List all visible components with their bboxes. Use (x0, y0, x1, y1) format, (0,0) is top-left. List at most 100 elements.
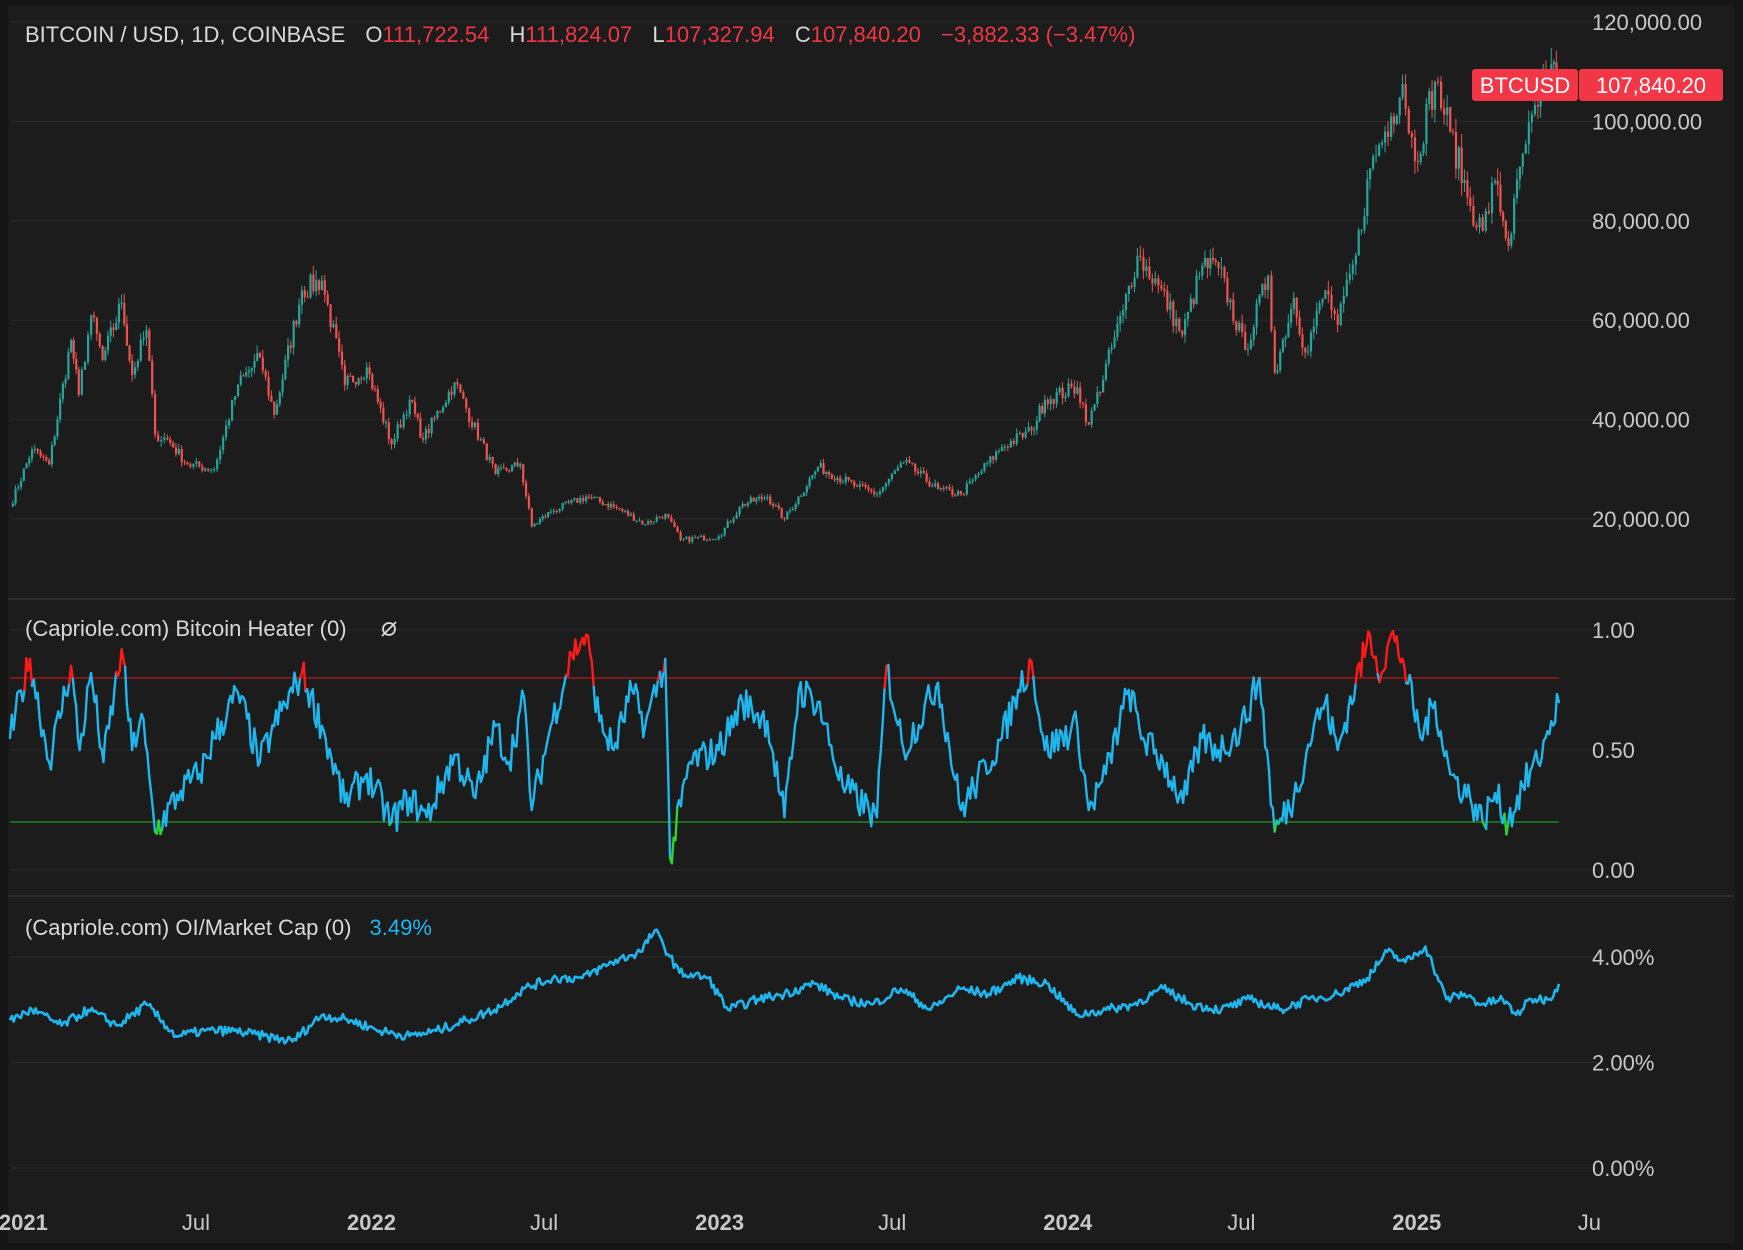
price-candle (1281, 337, 1285, 354)
price-candle (780, 507, 783, 519)
time-axis-tick-label: 2021 (0, 1210, 48, 1235)
open-label: O (365, 22, 382, 47)
price-axis-tick-label: 60,000.00 (1592, 308, 1690, 333)
heater-line-segment (74, 705, 80, 740)
price-candle (459, 383, 462, 394)
price-candle (1270, 270, 1273, 333)
price-tag-value: 107,840.20 (1596, 73, 1706, 98)
price-tag-symbol: BTCUSD (1480, 73, 1570, 98)
price-candle (1324, 289, 1327, 300)
time-axis-tick-label: Jul (878, 1210, 906, 1235)
high-label: H (510, 22, 526, 47)
close-value: 107,840.20 (811, 22, 921, 47)
price-axis-tick-label: 100,000.00 (1592, 109, 1702, 134)
oi-axis-tick-label: 2.00% (1592, 1051, 1654, 1076)
tradingview-chart[interactable]: 120,000.00 100,000.00 80,000.00 60,000.00 40… (0, 0, 1743, 1250)
price-axis-tick-label: 80,000.00 (1592, 209, 1690, 234)
heater-line-segment (69, 664, 74, 680)
price-candle (22, 468, 25, 482)
main-legend: BITCOIN / USD, 1D, COINBASE O111,722.54 … (25, 22, 1135, 47)
low-label: L (652, 22, 664, 47)
time-axis-tick-label: 2023 (695, 1210, 744, 1235)
time-axis-tick-label: Jul (1227, 1210, 1255, 1235)
heater-axis-tick-label: 1.00 (1592, 618, 1635, 643)
price-candle (1390, 112, 1393, 141)
price-candle (1038, 403, 1041, 423)
price-candle (153, 389, 157, 439)
price-candle (510, 464, 514, 472)
price-candle (530, 507, 533, 528)
price-candle (1178, 317, 1181, 333)
open-value: 111,722.54 (383, 22, 490, 47)
oi-legend: (Capriole.com) OI/Market Cap (0) 3.49% (25, 915, 432, 940)
price-candle (371, 372, 374, 391)
oi-axis-tick-label: 4.00% (1592, 945, 1654, 970)
price-candle (1449, 106, 1452, 133)
price-candle (1339, 301, 1342, 327)
price-candle (1261, 283, 1264, 298)
price-candle (67, 347, 70, 381)
price-candle (236, 384, 240, 398)
close-label: C (795, 22, 811, 47)
time-axis-tick-label: 2024 (1043, 1210, 1093, 1235)
price-candle (148, 327, 151, 362)
heater-line-segment (664, 657, 669, 721)
price-axis-tick-label: 40,000.00 (1592, 408, 1690, 433)
price-candle (1107, 346, 1110, 367)
time-axis-tick-label: Ju (1578, 1210, 1601, 1235)
price-candle (25, 462, 28, 469)
price-candle (524, 479, 528, 499)
price-candle (604, 503, 607, 506)
high-value: 111,824.07 (525, 22, 632, 47)
heater-axis-tick-label: 0.50 (1592, 738, 1635, 763)
oi-title: (Capriole.com) OI/Market Cap (0) (25, 915, 351, 940)
price-candle (1357, 227, 1360, 256)
price-candle (351, 375, 355, 383)
price-candle (1273, 326, 1276, 375)
price-axis-tick-label: 20,000.00 (1592, 507, 1690, 532)
price-candle (101, 345, 104, 362)
symbol-title: BITCOIN / USD, 1D, COINBASE (25, 22, 345, 47)
price-candle (1093, 404, 1096, 412)
time-axis-tick-label: Jul (182, 1210, 210, 1235)
price-candle (1513, 193, 1516, 241)
price-candle (485, 443, 488, 461)
heater-line-segment (71, 677, 76, 697)
heater-line-segment (73, 694, 78, 708)
price-candle (641, 520, 644, 525)
heater-title: (Capriole.com) Bitcoin Heater (0) (25, 616, 347, 641)
price-candle (151, 355, 154, 398)
price-candle (309, 272, 312, 300)
time-axis-tick-label: 2025 (1392, 1210, 1441, 1235)
price-candle (70, 338, 73, 354)
heater-legend: (Capriole.com) Bitcoin Heater (0) (25, 616, 347, 641)
price-candle (1484, 207, 1487, 233)
oi-axis-tick-label: 0.00% (1592, 1156, 1654, 1181)
oi-value: 3.49% (370, 915, 432, 940)
heater-axis-tick-label: 0.00 (1592, 858, 1635, 883)
price-tag: BTCUSD 107,840.20 (1472, 69, 1723, 101)
price-candle (786, 510, 789, 521)
heater-line-segment (665, 717, 670, 784)
price-candle (576, 497, 579, 503)
price-candle (230, 399, 234, 422)
price-candle (80, 366, 83, 396)
price-candle (86, 330, 90, 365)
price-candle (494, 463, 497, 475)
price-candle (752, 497, 755, 502)
price-candle (83, 360, 87, 371)
low-value: 107,327.94 (665, 22, 775, 47)
price-candle (1504, 219, 1507, 242)
price-candle (77, 366, 80, 398)
price-candle (1407, 106, 1410, 135)
price-candle (53, 434, 56, 447)
price-candle (98, 331, 101, 349)
price-candle (50, 441, 54, 468)
time-axis-tick-label: 2022 (347, 1210, 396, 1235)
price-candle (128, 344, 131, 363)
change-value: −3,882.33 (−3.47%) (941, 22, 1135, 47)
price-candle (1279, 348, 1282, 374)
heater-line-segment (667, 781, 672, 860)
price-axis-tick-label: 120,000.00 (1592, 10, 1702, 35)
time-axis-tick-label: Jul (530, 1210, 558, 1235)
